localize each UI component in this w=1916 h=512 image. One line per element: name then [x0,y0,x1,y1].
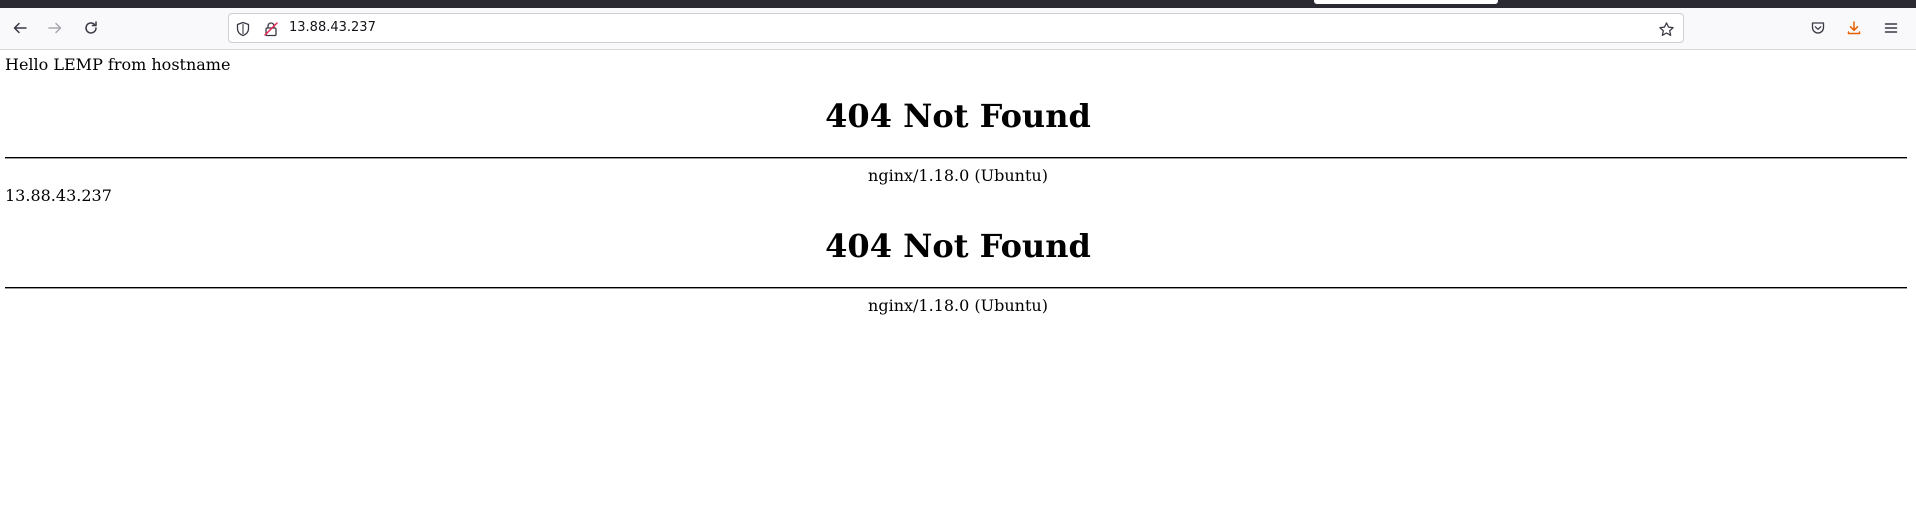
menu-button[interactable] [1876,13,1906,43]
active-tab[interactable] [1314,0,1498,4]
ip-text: 13.88.43.237 [5,186,112,205]
hello-text: Hello LEMP from hostname [5,55,231,74]
back-arrow-icon [13,22,27,34]
downloads-icon [1847,21,1861,35]
insecure-lock-icon[interactable] [262,20,280,38]
divider [5,157,1907,159]
pocket-icon [1811,22,1825,34]
shield-icon[interactable] [234,20,252,38]
forward-arrow-icon [48,22,62,34]
menu-icon [1884,23,1898,33]
tab-strip [0,0,1916,8]
server-signature: nginx/1.18.0 (Ubuntu) [868,166,1048,185]
server-signature: nginx/1.18.0 (Ubuntu) [868,296,1048,315]
url-bar[interactable]: 13.88.43.237 [228,13,1684,43]
reload-icon [85,21,97,34]
url-text[interactable]: 13.88.43.237 [289,19,376,37]
error-heading: 404 Not Found [825,97,1091,135]
pocket-button[interactable] [1803,13,1833,43]
bookmark-star-icon[interactable] [1657,20,1675,38]
back-button[interactable] [5,13,35,43]
page-content: Hello LEMP from hostname 404 Not Found n… [0,50,1916,512]
forward-button[interactable] [40,13,70,43]
reload-button[interactable] [76,13,106,43]
error-heading: 404 Not Found [825,227,1091,265]
downloads-button[interactable] [1839,13,1869,43]
divider [5,287,1907,289]
browser-toolbar: 13.88.43.237 [0,8,1916,50]
